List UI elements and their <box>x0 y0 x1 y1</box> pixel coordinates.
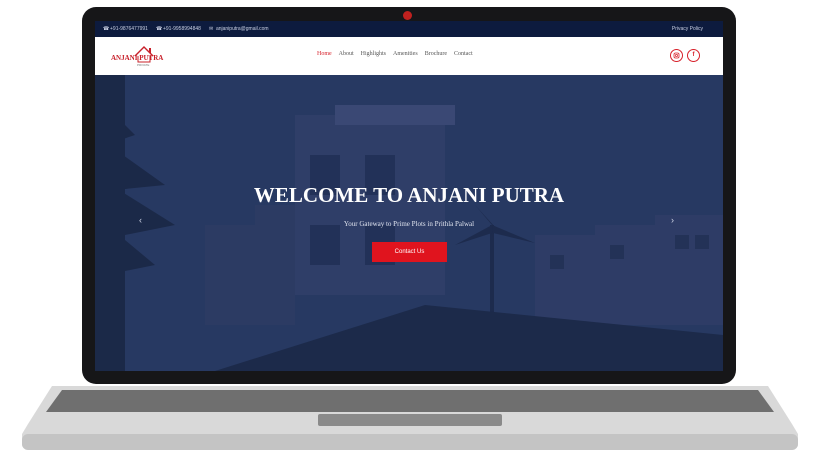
nav-brochure[interactable]: Brochure <box>425 51 447 57</box>
navbar: ANJANI PUTRA PRIVATE Home About Highligh… <box>95 37 723 75</box>
instagram-button[interactable] <box>670 49 683 62</box>
facebook-button[interactable]: f <box>687 49 700 62</box>
contact-us-button[interactable]: Contact Us <box>372 242 447 262</box>
nav-home[interactable]: Home <box>317 51 332 57</box>
laptop-lid: ☎ +91-9876477991 ☎ +91-9958994848 ✉ anja… <box>82 7 736 384</box>
email-text: anjaniputra@gmail.com <box>215 26 269 32</box>
nav-contact[interactable]: Contact <box>454 51 473 57</box>
phone-contact-1[interactable]: ☎ +91-9876477991 <box>103 26 148 32</box>
phone-contact-2[interactable]: ☎ +91-9958994848 <box>156 26 201 32</box>
phone-icon: ☎ <box>155 25 163 32</box>
instagram-icon <box>673 52 680 59</box>
top-contact-bar: ☎ +91-9876477991 ☎ +91-9958994848 ✉ anja… <box>95 21 723 37</box>
nav-highlights[interactable]: Highlights <box>361 51 386 57</box>
laptop-screen: ☎ +91-9876477991 ☎ +91-9958994848 ✉ anja… <box>95 21 723 371</box>
hero-banner: ‹ › WELCOME TO ANJANI PUTRA Your Gateway… <box>95 75 723 371</box>
webcam <box>403 11 412 20</box>
nav-amenities[interactable]: Amenities <box>393 51 418 57</box>
logo-tagline: PRIVATE <box>137 63 150 67</box>
phone-icon: ☎ <box>103 25 110 32</box>
hero-title: WELCOME TO ANJANI PUTRA <box>253 183 565 207</box>
phone-2-text: +91-9958994848 <box>162 26 201 32</box>
email-contact[interactable]: ✉ anjaniputra@gmail.com <box>209 26 269 32</box>
nav-about[interactable]: About <box>339 51 354 57</box>
laptop-base <box>22 386 798 450</box>
phone-1-text: +91-9876477991 <box>110 26 148 32</box>
logo-text: ANJANI PUTRA <box>111 54 164 62</box>
hero-subtitle: Your Gateway to Prime Plots in Prithla P… <box>343 220 475 228</box>
privacy-policy-link[interactable]: Privacy Policy <box>672 26 703 32</box>
facebook-icon: f <box>692 52 695 58</box>
main-navigation: Home About Highlights Amenities Brochure… <box>317 51 480 57</box>
site-logo[interactable]: ANJANI PUTRA PRIVATE <box>111 44 163 68</box>
email-icon: ✉ <box>208 25 214 32</box>
